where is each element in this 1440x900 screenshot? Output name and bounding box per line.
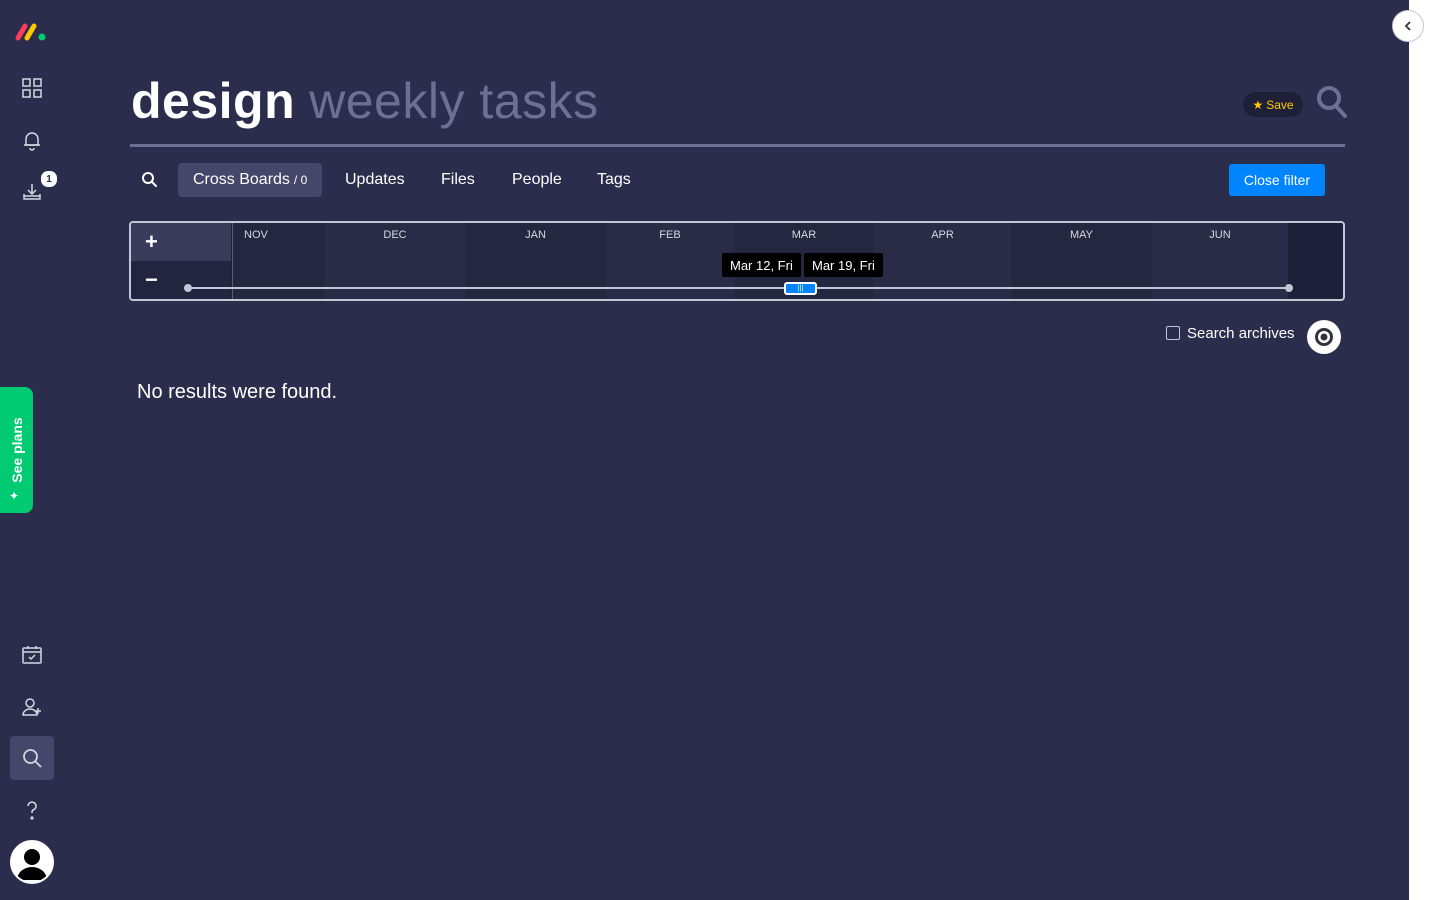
- chevron-left-icon: [1404, 21, 1411, 31]
- timeline-start-dot[interactable]: [184, 284, 192, 292]
- timeline-track[interactable]: [187, 287, 1289, 289]
- invite-members-button[interactable]: [10, 685, 54, 729]
- inbox-count-badge: 1: [40, 170, 58, 188]
- range-end-tooltip: Mar 19, Fri: [804, 253, 883, 277]
- user-silhouette-icon: [12, 842, 52, 882]
- left-rail: 1 See plans ✦: [0, 0, 64, 900]
- page-title: design weekly tasks: [131, 72, 599, 130]
- tab-label: People: [512, 171, 562, 188]
- star-icon: ★: [1252, 97, 1264, 112]
- monday-logo[interactable]: [14, 20, 50, 44]
- month-label: MAR: [791, 229, 817, 241]
- user-avatar[interactable]: [10, 840, 54, 884]
- search-icon: [23, 749, 42, 768]
- date-range-timeline: NOV DEC JAN FEB MAR APR MAY JUN + − Mar …: [129, 221, 1345, 301]
- month-label: JUN: [1209, 229, 1231, 241]
- tab-label: Files: [441, 171, 475, 188]
- right-side-panel: [1409, 0, 1440, 900]
- tab-files[interactable]: Files: [441, 163, 475, 197]
- month-label: DEC: [383, 229, 407, 241]
- tab-label: Updates: [345, 171, 405, 188]
- no-results-message: No results were found.: [137, 381, 338, 403]
- search-query-text: design: [131, 73, 296, 129]
- search-archives-checkbox[interactable]: [1166, 326, 1180, 340]
- close-filter-button[interactable]: Close filter: [1229, 164, 1325, 196]
- tab-cross-boards[interactable]: Cross Boards / 0: [178, 163, 323, 197]
- inbox-button[interactable]: 1: [10, 170, 58, 214]
- tab-label: Tags: [597, 171, 631, 188]
- title-divider: [130, 144, 1345, 147]
- workspaces-button[interactable]: [10, 66, 54, 110]
- gear-icon: [1315, 328, 1333, 346]
- add-user-icon: [22, 698, 41, 716]
- date-range-handle[interactable]: |||: [784, 282, 817, 295]
- zoom-in-button[interactable]: +: [131, 223, 231, 261]
- grid-icon: [22, 78, 42, 98]
- tab-label: Cross Boards: [193, 171, 290, 188]
- search-everything-button[interactable]: [10, 736, 54, 780]
- save-search-button[interactable]: ★ Save: [1243, 92, 1303, 117]
- help-button[interactable]: [10, 788, 54, 832]
- range-start-tooltip: Mar 12, Fri: [722, 253, 801, 277]
- tab-tags[interactable]: Tags: [597, 163, 631, 197]
- search-icon: [142, 172, 157, 187]
- question-mark-icon: [27, 801, 37, 820]
- calendar-check-icon: [22, 646, 42, 664]
- tab-people[interactable]: People: [512, 163, 562, 197]
- month-label: NOV: [244, 229, 268, 241]
- search-icon: [1317, 86, 1347, 118]
- search-settings-button[interactable]: [1307, 320, 1341, 354]
- month-label: JAN: [525, 229, 546, 241]
- my-work-button[interactable]: [10, 633, 54, 677]
- collapse-panel-button[interactable]: [1392, 10, 1424, 42]
- see-plans-button[interactable]: See plans ✦: [0, 387, 33, 513]
- tabs-search-button[interactable]: [140, 170, 160, 190]
- download-inbox-icon: [23, 184, 41, 200]
- see-plans-label: See plans: [8, 417, 25, 483]
- tab-updates[interactable]: Updates: [345, 163, 405, 197]
- header-search-button[interactable]: [1316, 85, 1348, 119]
- sparkle-icon: ✦: [9, 489, 20, 503]
- save-label: Save: [1266, 97, 1294, 112]
- tab-count: / 0: [293, 173, 308, 187]
- month-label: FEB: [659, 229, 681, 241]
- search-context-text: weekly tasks: [309, 73, 599, 129]
- zoom-out-button[interactable]: −: [131, 261, 231, 299]
- timeline-end-dot[interactable]: [1285, 284, 1293, 292]
- month-label: APR: [931, 229, 954, 241]
- search-archives-label[interactable]: Search archives: [1187, 325, 1295, 342]
- notifications-button[interactable]: [10, 118, 54, 162]
- bell-icon: [24, 132, 40, 151]
- month-label: MAY: [1069, 229, 1094, 241]
